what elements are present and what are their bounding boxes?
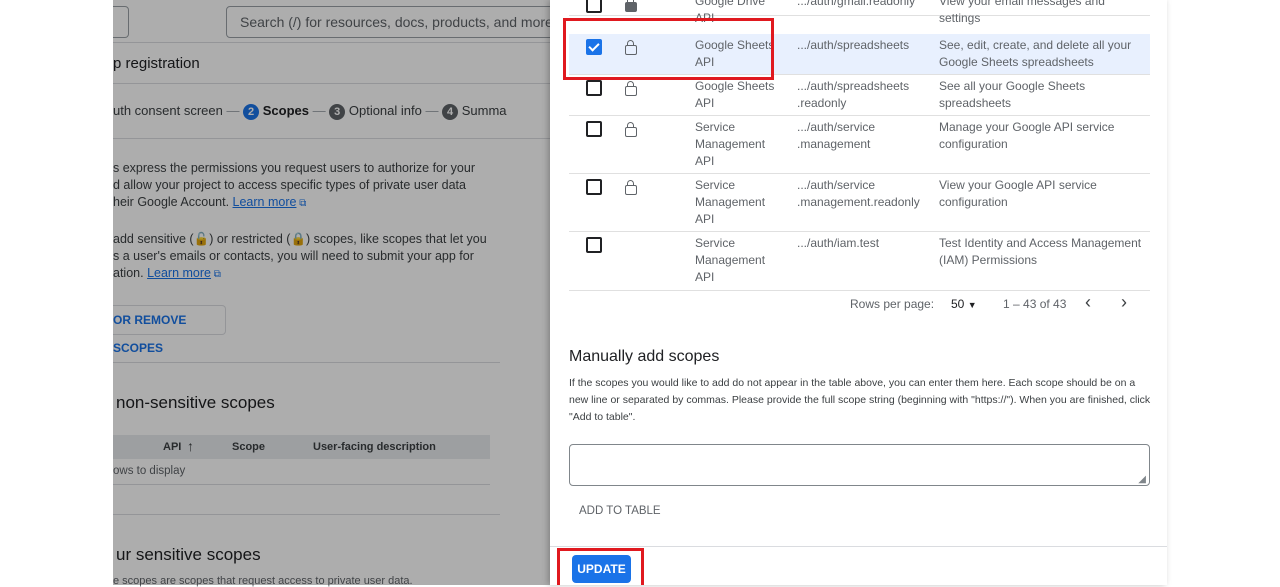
scope-value: .../auth/iam.test xyxy=(797,236,880,250)
api-name: Google Sheets API xyxy=(695,79,775,110)
resize-handle-icon[interactable]: ◢ xyxy=(1138,474,1146,485)
scope-row: Google Sheets API .../auth/spreadsheets … xyxy=(569,75,1150,116)
lock-icon xyxy=(625,81,637,96)
scope-row: Service Management API .../auth/iam.test… xyxy=(569,232,1150,291)
manual-scopes-description: If the scopes you would like to add do n… xyxy=(569,377,1151,423)
api-name: Service Management API xyxy=(695,178,766,226)
lock-icon xyxy=(625,122,637,137)
row-checkbox[interactable] xyxy=(586,0,602,13)
scope-description: Manage your Google API service configura… xyxy=(939,120,1115,151)
row-checkbox[interactable] xyxy=(586,179,602,195)
scope-description: Test Identity and Access Management (IAM… xyxy=(939,236,1142,267)
row-checkbox[interactable] xyxy=(586,121,602,137)
scope-description: See all your Google Sheets spreadsheets xyxy=(939,79,1086,110)
row-checkbox[interactable] xyxy=(586,237,602,253)
scope-value: .../auth/spreadsheets .readonly xyxy=(797,79,910,110)
scope-value: .../auth/service .management.readonly xyxy=(797,178,920,209)
rows-per-page-select[interactable]: 50 ▼ xyxy=(951,297,977,311)
scope-description: View your email messages and settings xyxy=(939,0,1105,25)
scope-row: Service Management API .../auth/service … xyxy=(569,116,1150,174)
update-scopes-panel: Google Drive API .../auth/gmail.readonly… xyxy=(550,0,1167,585)
scope-description: See, edit, create, and delete all your G… xyxy=(939,38,1132,69)
rows-per-page-label: Rows per page: xyxy=(850,297,935,311)
manual-scopes-textarea[interactable]: ◢ xyxy=(569,444,1150,486)
add-to-table-button[interactable]: ADD TO TABLE xyxy=(579,505,661,517)
scope-value: .../auth/service .management xyxy=(797,120,876,151)
api-name: Service Management API xyxy=(695,236,766,284)
manual-scopes-title: Manually add scopes xyxy=(569,348,720,365)
scope-row: Google Drive API .../auth/gmail.readonly… xyxy=(569,0,1150,25)
lock-icon xyxy=(625,0,637,12)
highlight-annotation xyxy=(563,18,774,80)
highlight-annotation xyxy=(557,548,644,585)
scope-value: .../auth/gmail.readonly xyxy=(797,0,916,8)
divider xyxy=(550,546,1167,547)
modal-overlay[interactable] xyxy=(113,0,550,585)
rows-per-page-value: 50 xyxy=(951,297,965,311)
row-checkbox[interactable] xyxy=(586,80,602,96)
scope-description: View your Google API service configurati… xyxy=(939,178,1097,209)
scope-value: .../auth/spreadsheets xyxy=(797,38,910,52)
pagination-range: 1 – 43 of 43 xyxy=(1003,297,1067,311)
next-page-icon[interactable]: › xyxy=(1121,292,1127,313)
lock-icon xyxy=(625,180,637,195)
scope-row: Service Management API .../auth/service … xyxy=(569,174,1150,232)
api-name: Service Management API xyxy=(695,120,766,168)
dropdown-arrow-icon: ▼ xyxy=(967,300,977,310)
previous-page-icon[interactable]: ‹ xyxy=(1085,292,1091,313)
